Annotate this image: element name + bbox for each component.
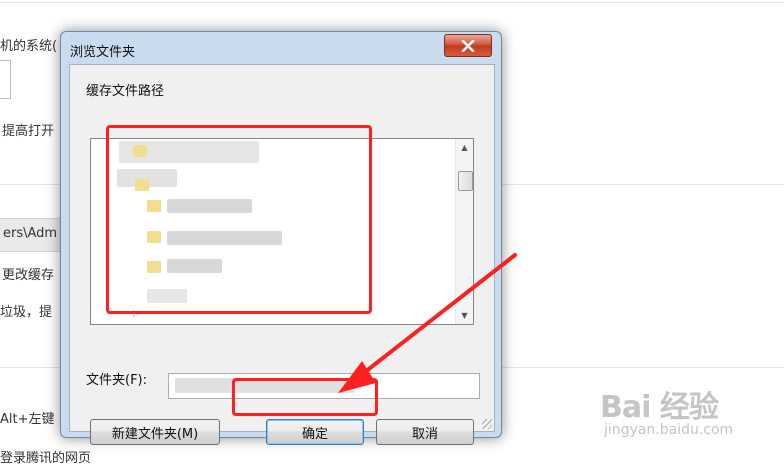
bg-system-text: 机的系统(	[0, 39, 58, 54]
resize-grip-icon[interactable]	[482, 419, 492, 429]
close-button[interactable]	[444, 34, 492, 57]
watermark-url: jingyan.baidu.com	[604, 422, 734, 438]
bg-cache-path-text: ers\Adm	[3, 226, 58, 241]
bg-login-text: 登录腾讯的网页	[0, 451, 92, 466]
divider	[0, 2, 784, 3]
bg-change-cache-text: 更改缓存	[2, 268, 55, 283]
dialog-title: 浏览文件夹	[70, 45, 136, 60]
close-icon	[461, 39, 475, 52]
bg-open-text: 提高打开	[2, 124, 55, 139]
folder-label: 文件夹(F):	[86, 373, 148, 388]
annotation-arrow-icon	[338, 253, 517, 393]
watermark-brand: Bai 经验	[600, 390, 719, 425]
scroll-up-icon[interactable]: ▲	[456, 139, 473, 156]
scroll-thumb[interactable]	[458, 171, 473, 191]
ok-button[interactable]: 确定	[266, 419, 364, 445]
bg-junk-text: 垃圾，提	[0, 305, 53, 320]
dialog-description: 缓存文件路径	[86, 84, 165, 99]
bg-dropdown[interactable]	[0, 60, 11, 99]
bg-cache-path-field[interactable]: ers\Adm	[0, 218, 64, 252]
bg-alt-click-text: Alt+左键	[0, 412, 55, 427]
cancel-button[interactable]: 取消	[376, 419, 474, 445]
new-folder-button[interactable]: 新建文件夹(M)	[90, 419, 220, 445]
